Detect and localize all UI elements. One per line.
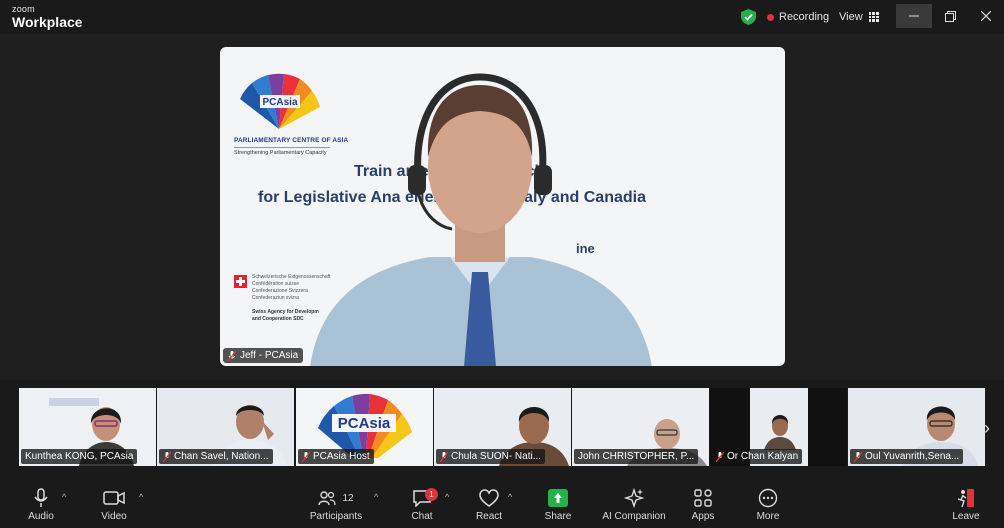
react-label: React [475,511,503,522]
participant-name-tag: John CHRISTOPHER, P... [574,449,699,464]
share-screen-icon [548,489,568,507]
participant-tile[interactable]: Kunthea KONG, PCAsia [19,388,156,466]
audio-options-caret-icon[interactable]: ^ [62,492,66,502]
ai-companion-label: AI Companion [602,511,666,522]
participant-figure [764,415,796,450]
brand-top: zoom [12,4,35,14]
ai-sparkle-icon [624,488,644,508]
participants-label: Participants [309,511,363,522]
video-label: Video [101,511,127,522]
heart-icon [479,489,499,507]
encryption-shield-icon[interactable] [741,9,756,25]
muted-mic-icon [163,451,171,462]
participant-name: Kunthea KONG, PCAsia [25,451,134,462]
recording-indicator[interactable]: Recording [767,11,829,23]
participant-name: Chula SUON- Nati... [451,451,542,462]
participant-name: John CHRISTOPHER, P... [578,451,695,462]
participant-tile[interactable]: Or Chan Kalyan [710,388,847,466]
participant-name-tag: PCAsia Host [298,449,374,464]
participant-tile[interactable]: PCAsia PCAsia Host [296,388,433,466]
participant-tile[interactable]: John CHRISTOPHER, P... [572,388,709,466]
more-button[interactable]: More [751,488,785,522]
minimize-button[interactable] [896,4,932,28]
participants-icon [318,491,337,506]
chat-options-caret-icon[interactable]: ^ [445,492,449,502]
share-button[interactable]: Share [541,488,575,522]
restore-button[interactable] [932,4,968,28]
video-camera-icon [103,491,125,505]
participant-name: Oul Yuvanrith,Sena... [865,451,960,462]
audio-label: Audio [28,511,54,522]
video-options-caret-icon[interactable]: ^ [139,492,143,502]
meeting-toolbar: Audio ^ Video ^ 12 Participants ^ Chat 1… [0,476,1004,528]
participant-name-tag: Or Chan Kalyan [712,449,803,464]
participant-gallery-strip: Kunthea KONG, PCAsia Chan Savel, Nation.… [0,380,1004,476]
muted-mic-icon [302,451,310,462]
participant-name-tag: Oul Yuvanrith,Sena... [850,449,964,464]
speaker-name: Jeff - PCAsia [240,350,299,361]
view-label: View [839,11,863,23]
minimize-icon [909,15,919,17]
recording-dot-icon [767,13,774,21]
swiss-flag-icon [234,275,247,288]
react-button[interactable]: React [472,488,506,522]
participants-button[interactable]: 12 Participants [306,488,366,522]
apps-button[interactable]: Apps [686,488,720,522]
presenter-video-figure [310,73,652,366]
participant-name-tag: Kunthea KONG, PCAsia [21,449,138,464]
close-icon [981,11,991,21]
meeting-stage: PCAsia PARLIAMENTARY CENTRE OF ASIA Stre… [0,34,1004,380]
muted-mic-icon [854,451,862,462]
microphone-icon [34,488,48,507]
active-speaker-video[interactable]: PCAsia PARLIAMENTARY CENTRE OF ASIA Stre… [220,47,785,366]
participant-tile[interactable]: Chula SUON- Nati... [434,388,571,466]
view-button[interactable]: View [839,11,879,23]
grid-view-icon [868,12,879,22]
leave-button[interactable]: Leave [950,488,982,522]
recording-label: Recording [779,11,830,23]
chat-unread-badge: 1 [425,488,438,501]
participant-name-tag: Chula SUON- Nati... [436,449,546,464]
participant-name-tag: Chan Savel, Nation... [159,449,273,464]
participant-tile[interactable]: Chan Savel, Nation... [157,388,294,466]
muted-mic-icon [716,451,724,462]
close-button[interactable] [968,4,1004,28]
brand-bottom: Workplace [12,14,83,30]
restore-icon [944,10,956,22]
participant-name: Or Chan Kalyan [727,451,799,462]
muted-mic-icon [440,451,448,462]
gallery-next-arrow-icon[interactable]: › [984,418,990,439]
participant-name: PCAsia Host [313,451,370,462]
participant-name: Chan Savel, Nation... [174,451,269,462]
more-options-icon [758,488,778,508]
ai-companion-button[interactable]: AI Companion [600,488,668,522]
zoom-workplace-logo: zoom Workplace [12,4,83,30]
more-label: More [756,511,780,522]
logo-text: PCAsia [338,415,391,432]
pcasia-logo: PCAsia [318,393,412,458]
leave-label: Leave [952,511,980,522]
muted-mic-icon [228,350,236,361]
react-options-caret-icon[interactable]: ^ [508,492,512,502]
apps-label: Apps [691,511,715,522]
apps-icon [694,489,712,507]
video-button[interactable]: Video [94,488,134,522]
share-label: Share [544,511,572,522]
participants-count: 12 [342,492,354,504]
leave-door-icon [957,489,974,508]
participants-options-caret-icon[interactable]: ^ [374,492,378,502]
participant-tile[interactable]: Oul Yuvanrith,Sena... [848,388,985,466]
audio-button[interactable]: Audio [22,488,60,522]
title-bar: zoom Workplace Recording View [0,0,1004,34]
chat-label: Chat [411,511,433,522]
speaker-name-tag: Jeff - PCAsia [223,348,304,363]
